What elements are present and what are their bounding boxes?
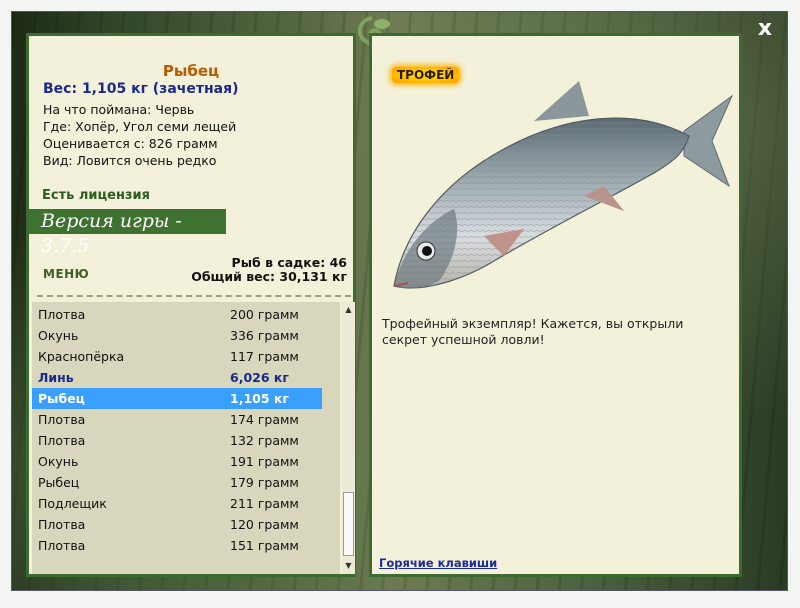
list-item[interactable]: Плотва 120 грамм <box>32 514 322 535</box>
license-status: Есть лицензия <box>42 188 150 203</box>
cage-fish-count: Рыб в садке: 46 <box>231 255 347 270</box>
list-item-name: Окунь <box>38 328 79 343</box>
list-item-mass: 200 грамм <box>230 307 299 322</box>
scroll-up-arrow-icon[interactable]: ▲ <box>342 304 355 316</box>
list-item[interactable]: Окунь 336 грамм <box>32 325 322 346</box>
list-item-mass: 174 грамм <box>230 412 299 427</box>
list-item[interactable]: Линь 6,026 кг <box>32 367 322 388</box>
list-item[interactable]: Краснопёрка 117 грамм <box>32 346 322 367</box>
list-item[interactable]: Плотва 200 грамм <box>32 304 322 325</box>
list-item-name: Подлещик <box>38 496 107 511</box>
list-item-name: Плотва <box>38 433 86 448</box>
list-item-name: Окунь <box>38 454 79 469</box>
list-item-mass: 117 грамм <box>230 349 299 364</box>
list-item-name: Рыбец <box>38 391 85 406</box>
fish-display-panel: ТРОФЕЙ Трофейный экземпляр! Кажется, вы … <box>369 33 742 577</box>
fish-bait: На что поймана: Червь <box>43 102 195 117</box>
list-item-name: Краснопёрка <box>38 349 125 364</box>
list-item-mass: 191 грамм <box>230 454 299 469</box>
list-item-name: Плотва <box>38 412 86 427</box>
fish-location: Где: Хопёр, Угол семи лещей <box>43 119 237 134</box>
fish-weight: Вес: 1,105 кг (зачетная) <box>43 81 239 97</box>
fish-rarity: Вид: Ловится очень редко <box>43 153 217 168</box>
hotkeys-link[interactable]: Горячие клавиши <box>379 556 497 570</box>
list-item[interactable]: Плотва 151 грамм <box>32 535 322 556</box>
fish-info-panel: Рыбец Вес: 1,105 кг (зачетная) На что по… <box>26 33 356 577</box>
fish-valuation: Оценивается с: 826 грамм <box>43 136 218 151</box>
menu-button[interactable]: МЕНЮ <box>43 267 89 281</box>
list-item[interactable]: Окунь 191 грамм <box>32 451 322 472</box>
list-item-mass: 211 грамм <box>230 496 299 511</box>
list-item-name: Плотва <box>38 307 86 322</box>
list-item[interactable]: Рыбец 179 грамм <box>32 472 322 493</box>
list-item[interactable]: Плотва 174 грамм <box>32 409 322 430</box>
list-item[interactable]: Подлещик 211 грамм <box>32 493 322 514</box>
version-banner: Версия игры - 3.7.5 <box>29 209 226 257</box>
list-item-name: Линь <box>38 370 74 385</box>
catch-list[interactable]: Плотва 200 грамм Окунь 336 грамм Краснопёр… <box>32 302 340 574</box>
trophy-message: Трофейный экземпляр! Кажется, вы открыли… <box>382 316 684 347</box>
list-item-mass: 132 грамм <box>230 433 299 448</box>
catch-list-scrollbar[interactable]: ▲ ▼ <box>342 302 355 574</box>
list-item[interactable]: Плотва 132 грамм <box>32 430 322 451</box>
list-item-mass: 179 грамм <box>230 475 299 490</box>
list-item-mass: 151 грамм <box>230 538 299 553</box>
list-item-mass: 6,026 кг <box>230 370 289 385</box>
list-item-name: Плотва <box>38 517 86 532</box>
fish-name: Рыбец <box>162 62 220 80</box>
list-item-mass: 336 грамм <box>230 328 299 343</box>
scroll-down-arrow-icon[interactable]: ▼ <box>342 560 355 572</box>
list-item-mass: 1,105 кг <box>230 391 289 406</box>
divider <box>37 295 351 297</box>
list-item-mass: 120 грамм <box>230 517 299 532</box>
cage-total-weight: Общий вес: 30,131 кг <box>191 269 347 284</box>
fish-illustration <box>393 81 734 289</box>
list-item-name: Рыбец <box>38 475 80 490</box>
scroll-thumb[interactable] <box>343 492 354 556</box>
list-item-name: Плотва <box>38 538 86 553</box>
close-button[interactable]: x <box>754 18 776 40</box>
list-item[interactable]: Рыбец 1,105 кг <box>32 388 322 409</box>
